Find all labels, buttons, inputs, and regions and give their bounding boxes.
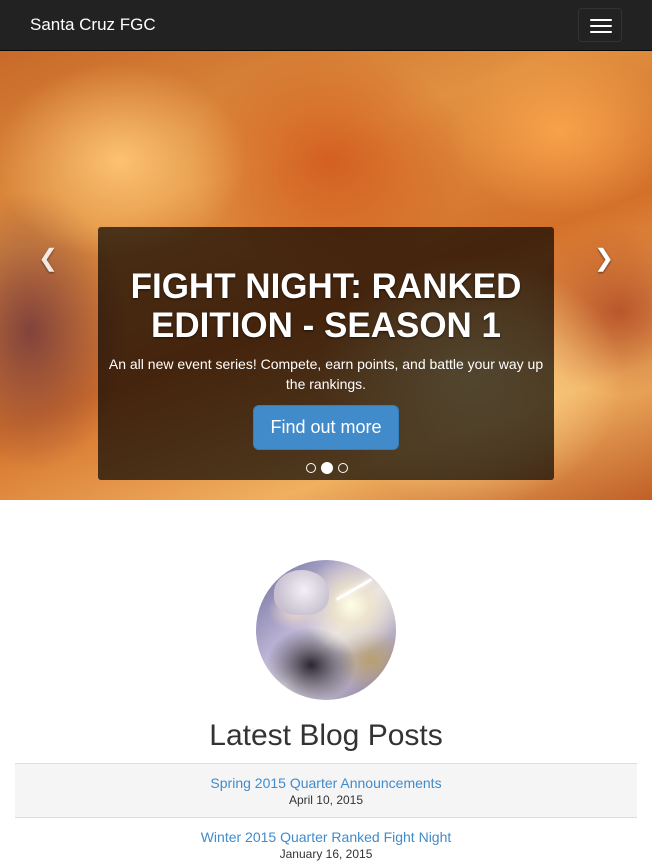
carousel-indicators [304, 462, 352, 475]
hamburger-icon [590, 19, 612, 21]
chevron-left-icon: ❮ [37, 245, 59, 272]
carousel-prev-button[interactable]: ❮ [36, 247, 60, 271]
carousel-text: An all new event series! Compete, earn p… [108, 356, 544, 392]
list-item: Spring 2015 Quarter Announcements April … [15, 763, 637, 817]
blog-post-link[interactable]: Spring 2015 Quarter Announcements [15, 764, 637, 792]
find-out-more-button[interactable]: Find out more [253, 405, 399, 450]
list-item: Winter 2015 Quarter Ranked Fight Night J… [15, 817, 637, 861]
blog-post-link[interactable]: Winter 2015 Quarter Ranked Fight Night [15, 818, 637, 846]
carousel-next-button[interactable]: ❯ [592, 247, 616, 271]
carousel-indicator-1[interactable] [306, 463, 316, 473]
hamburger-icon-bar [590, 25, 612, 27]
blog-post-date: April 10, 2015 [288, 793, 364, 807]
blog-post-date: January 16, 2015 [279, 847, 373, 861]
blog-post-list: Spring 2015 Quarter Announcements April … [15, 763, 637, 861]
hero-carousel: ❮ ❯ FIGHT NIGHT: RANKED EDITION - SEASON… [0, 51, 652, 500]
carousel-indicator-3[interactable] [338, 463, 348, 473]
carousel-title: FIGHT NIGHT: RANKED EDITION - SEASON 1 [130, 267, 522, 345]
blog-heading: Latest Blog Posts [209, 719, 443, 752]
character-hair [274, 570, 329, 615]
character-avatar-image [256, 560, 396, 700]
navbar: Santa Cruz FGC [0, 0, 652, 51]
carousel-indicator-2[interactable] [321, 462, 333, 474]
carousel-caption: FIGHT NIGHT: RANKED EDITION - SEASON 1 A… [98, 227, 554, 480]
lightning-effect [335, 578, 373, 601]
brand-link[interactable]: Santa Cruz FGC [30, 14, 156, 36]
hamburger-icon-bar [590, 31, 612, 33]
navbar-toggle-button[interactable] [578, 8, 622, 42]
chevron-right-icon: ❯ [593, 245, 615, 272]
